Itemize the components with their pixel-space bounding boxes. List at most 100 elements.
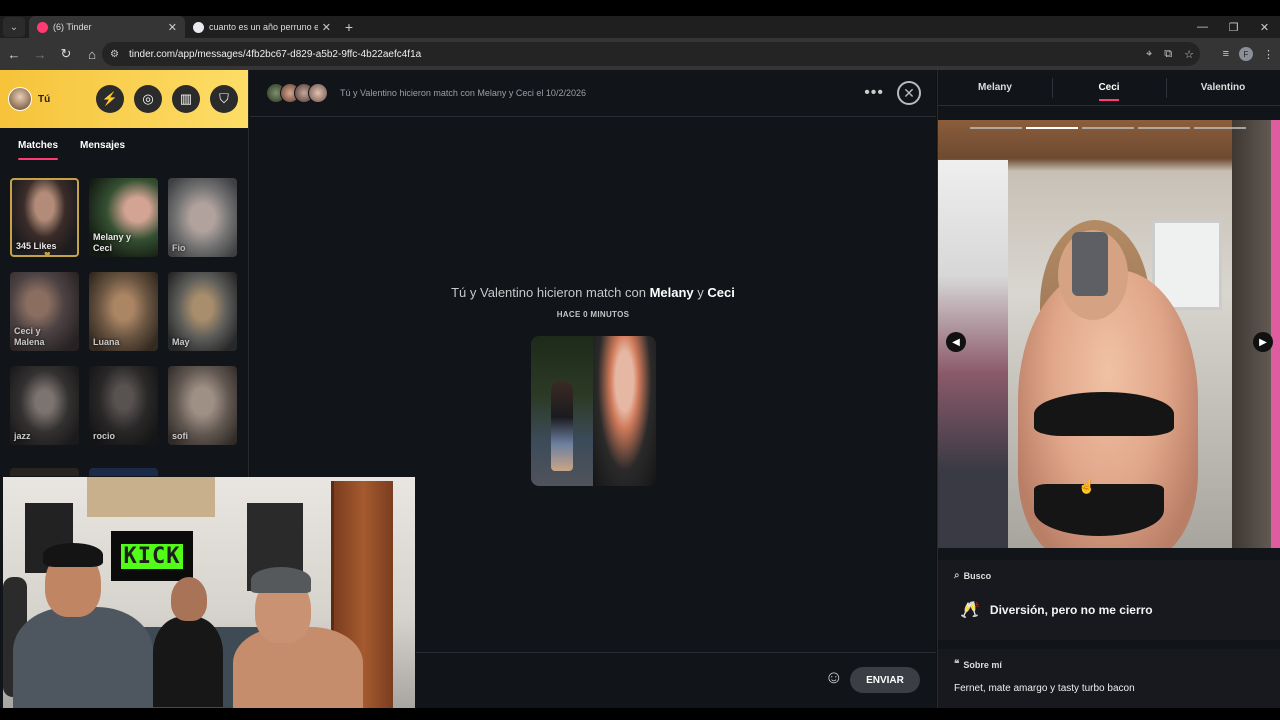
match-card[interactable]: Ceci y Malena <box>10 272 79 351</box>
close-window-button[interactable]: ✕ <box>1249 16 1280 38</box>
more-options-icon[interactable]: ••• <box>864 84 884 102</box>
card-label: Luana <box>93 337 120 347</box>
next-photo-icon[interactable]: ▶ <box>1253 332 1273 352</box>
close-icon[interactable]: ✕ <box>168 21 177 34</box>
media-icon[interactable]: ≡ <box>1223 48 1229 60</box>
card-label: Fio <box>172 243 186 253</box>
install-app-icon[interactable]: ⧉ <box>1164 48 1172 61</box>
person <box>171 577 207 621</box>
match-avatars[interactable] <box>266 83 328 103</box>
restore-button[interactable]: ❐ <box>1218 16 1249 38</box>
match-card[interactable]: Fio <box>168 178 237 257</box>
profile-avatar[interactable]: F <box>1239 47 1253 61</box>
browser-toolbar: ← → ↻ ⌂ ⚙ tinder.com/app/messages/4fb2bc… <box>0 38 1280 70</box>
toolbar-right: ≡ F ⋮ <box>1223 42 1274 66</box>
busco-value: Diversión, pero no me cierro <box>989 603 1153 617</box>
emoji-icon[interactable]: ☺ <box>825 667 843 688</box>
send-button[interactable]: ENVIAR <box>850 667 920 693</box>
match-title-mid: y <box>693 285 708 300</box>
ph-bikini-bottom <box>1034 484 1164 536</box>
forward-button[interactable]: → <box>28 42 52 66</box>
card-label: Ceci y Malena <box>14 326 45 347</box>
photo-dot[interactable] <box>1026 127 1078 129</box>
omnibox-actions: ⌖ ⧉ ☆ <box>1146 42 1194 66</box>
tab-title: (6) Tinder <box>53 22 92 32</box>
match-name: Melany <box>649 285 694 300</box>
match-timestamp: HACE 0 MINUTOS <box>556 310 630 319</box>
tab-title: cuanto es un año perruno en h <box>209 22 318 32</box>
match-name: Ceci <box>707 285 735 300</box>
match-photo-right <box>593 336 656 486</box>
boost-icon[interactable]: ⚡ <box>96 85 124 113</box>
location-icon[interactable]: ⌖ <box>1146 48 1152 61</box>
match-card[interactable]: sofi <box>168 366 237 445</box>
ph-bikini-top <box>1034 392 1174 436</box>
avatar[interactable] <box>8 87 32 111</box>
quote-icon: ❝ <box>954 659 960 670</box>
browser-tab-google[interactable]: cuanto es un año perruno en h ✕ <box>185 16 339 38</box>
match-card[interactable]: rocio <box>89 366 158 445</box>
reload-button[interactable]: ↻ <box>54 42 78 66</box>
google-icon <box>193 21 204 33</box>
tab-ceci[interactable]: Ceci <box>1052 70 1166 105</box>
card-label: jazz <box>14 431 31 441</box>
letterbox-bottom <box>0 708 1280 720</box>
photo-dot[interactable] <box>970 127 1022 129</box>
match-photo[interactable] <box>531 336 656 486</box>
webcam-overlay: KICK <box>3 477 415 708</box>
tab-melany[interactable]: Melany <box>938 70 1052 105</box>
browser-tabstrip: ⌄ (6) Tinder ✕ cuanto es un año perruno … <box>0 16 1280 38</box>
ph-pink <box>1271 120 1280 548</box>
busco-label: Busco <box>963 570 992 581</box>
person <box>251 567 311 593</box>
prev-photo-icon[interactable]: ◀ <box>946 332 966 352</box>
my-profile-label[interactable]: Tú <box>38 94 50 105</box>
photo-dot[interactable] <box>1082 127 1134 129</box>
new-tab-button[interactable]: + <box>339 17 359 37</box>
sidebar-tabs: Matches Mensajes <box>0 128 248 168</box>
close-icon[interactable]: ✕ <box>322 21 331 34</box>
champagne-icon: 🥂 <box>960 602 980 619</box>
menu-icon[interactable]: ⋮ <box>1263 48 1274 61</box>
chat-header: Tú y Valentino hicieron match con Melany… <box>250 70 936 117</box>
site-info-icon[interactable]: ⚙ <box>110 49 119 60</box>
bookmark-star-icon[interactable]: ☆ <box>1184 48 1194 61</box>
address-bar[interactable]: ⚙ tinder.com/app/messages/4fb2bc67-d829-… <box>102 42 1200 66</box>
browser-tab-tinder[interactable]: (6) Tinder ✕ <box>29 16 185 38</box>
minimize-button[interactable]: — <box>1187 16 1218 38</box>
safety-shield-icon[interactable]: ⛉ <box>210 85 238 113</box>
tab-valentino[interactable]: Valentino <box>1166 70 1280 105</box>
photo-dot[interactable] <box>1194 127 1246 129</box>
tab-matches[interactable]: Matches <box>18 140 59 160</box>
wc-shelf <box>87 477 215 517</box>
ph-phone <box>1072 232 1108 296</box>
ph-closet <box>938 160 1008 548</box>
match-card[interactable] <box>10 468 79 476</box>
sidebar-header: Tú ⚡ ◎ ▥ ⛉ <box>0 70 248 128</box>
avatar <box>308 83 328 103</box>
profile-panel: Melany Ceci Valentino ◀ ▶ ☝ ⌕ Busco 🥂 Di… <box>937 70 1280 708</box>
match-card[interactable] <box>89 468 158 476</box>
match-card[interactable]: Luana <box>89 272 158 351</box>
match-card[interactable]: jazz <box>10 366 79 445</box>
matches-grid: 345 Likes ♥ Melany y Ceci Fio Ceci y Mal… <box>10 178 237 445</box>
sidebar-header-icons: ⚡ ◎ ▥ ⛉ <box>96 85 238 113</box>
match-title-prefix: Tú y Valentino hicieron match con <box>451 285 650 300</box>
photo-dot[interactable] <box>1138 127 1190 129</box>
tab-search-button[interactable]: ⌄ <box>3 17 25 37</box>
back-button[interactable]: ← <box>2 42 26 66</box>
profile-photo[interactable]: ◀ ▶ ☝ <box>938 120 1280 548</box>
card-label: sofi <box>172 431 189 441</box>
briefcase-icon[interactable]: ▥ <box>172 85 200 113</box>
sobre-label: Sobre mí <box>963 659 1002 670</box>
match-card[interactable]: May <box>168 272 237 351</box>
match-photo-left <box>531 336 593 486</box>
close-chat-button[interactable]: ✕ <box>897 81 921 105</box>
tab-mensajes[interactable]: Mensajes <box>80 140 125 160</box>
likes-card[interactable]: 345 Likes ♥ <box>10 178 79 257</box>
explore-compass-icon[interactable]: ◎ <box>134 85 162 113</box>
home-button[interactable]: ⌂ <box>80 42 104 66</box>
match-card[interactable]: Melany y Ceci <box>89 178 158 257</box>
hand-cursor-icon: ☝ <box>1078 478 1096 494</box>
match-title: Tú y Valentino hicieron match con Melany… <box>250 285 936 300</box>
